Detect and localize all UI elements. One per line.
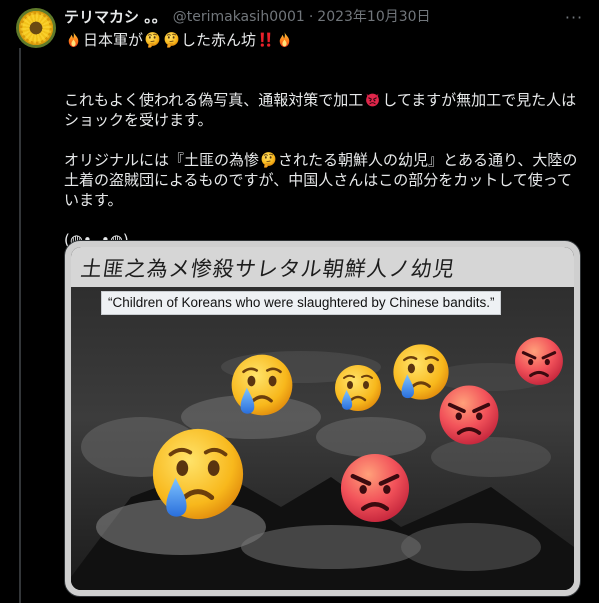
tweet[interactable]: テリマカシ 。。 @terimakasih0001 · 2023年10月30日 … [0, 0, 599, 603]
text-segment: した赤ん坊 [181, 31, 257, 49]
tweet-line-2: これもよく使われる偽写真、通報対策で加工 してますが無加工で見た人は [64, 90, 586, 110]
text-segment: 土着の盗賊団によるものですが、中国人さんはこの部分をカットして使って [64, 171, 573, 189]
tweet-line-5: 土着の盗賊団によるものですが、中国人さんはこの部分をカットして使って [64, 170, 586, 190]
display-name[interactable]: テリマカシ 。。 [64, 7, 167, 27]
thinking-face-icon [144, 31, 161, 48]
tweet-content: テリマカシ 。。 @terimakasih0001 · 2023年10月30日 … [64, 6, 586, 250]
photo-english-caption: “Children of Koreans who were slaughtere… [101, 291, 502, 315]
text-segment: オリジナルには『土匪の為惨 [64, 151, 260, 169]
text-segment: います。 [64, 191, 123, 209]
photo-japanese-caption: 土匪之為メ惨殺サレタル朝鮮人ノ幼児 [79, 257, 457, 281]
tweet-date[interactable]: 2023年10月30日 [317, 7, 430, 27]
user-handle[interactable]: @terimakasih0001 [173, 7, 305, 27]
crying-face-icon [333, 363, 383, 413]
fire-icon [276, 31, 293, 48]
thread-line [19, 48, 21, 603]
crying-face-icon [149, 425, 247, 523]
photo-image: 土匪之為メ惨殺サレタル朝鮮人ノ幼児 “Children of Koreans w… [71, 247, 574, 590]
thinking-face-icon [260, 151, 277, 168]
angry-face-icon [513, 335, 565, 387]
text-segment: 日本軍が [83, 31, 144, 49]
tweet-line-1: 日本軍が した赤ん坊 [64, 30, 586, 50]
photo-japanese-caption-band: 土匪之為メ惨殺サレタル朝鮮人ノ幼児 [71, 247, 574, 287]
fire-icon [65, 31, 82, 48]
angry-face-icon [437, 383, 501, 447]
tweet-header: テリマカシ 。。 @terimakasih0001 · 2023年10月30日 [64, 6, 586, 28]
avatar[interactable] [16, 8, 56, 48]
angry-face-icon [338, 451, 412, 525]
angry-devil-icon [364, 91, 381, 108]
more-options-button[interactable]: ··· [562, 6, 586, 28]
text-segment: これもよく使われる偽写真、通報対策で加工 [64, 91, 364, 109]
double-exclamation-icon [257, 31, 274, 48]
separator-dot: · [308, 9, 314, 25]
thinking-face-icon [163, 31, 180, 48]
text-segment: されたる朝鮮人の幼児』とある通り、大陸の [278, 151, 578, 169]
crying-face-icon [229, 352, 295, 418]
text-segment: ショックを受けます。 [64, 111, 213, 129]
tweet-line-4: オリジナルには『土匪の為惨 されたる朝鮮人の幼児』とある通り、大陸の [64, 150, 586, 170]
tweet-line-3: ショックを受けます。 [64, 110, 586, 130]
tweet-text: 日本軍が した赤ん坊 これもよく使われる偽写真、通報対策で加工 してますが無加工… [64, 30, 586, 250]
attached-photo[interactable]: 土匪之為メ惨殺サレタル朝鮮人ノ幼児 “Children of Koreans w… [64, 240, 581, 597]
tweet-line-6: います。 [64, 190, 586, 210]
text-segment: してますが無加工で見た人は [382, 91, 577, 109]
